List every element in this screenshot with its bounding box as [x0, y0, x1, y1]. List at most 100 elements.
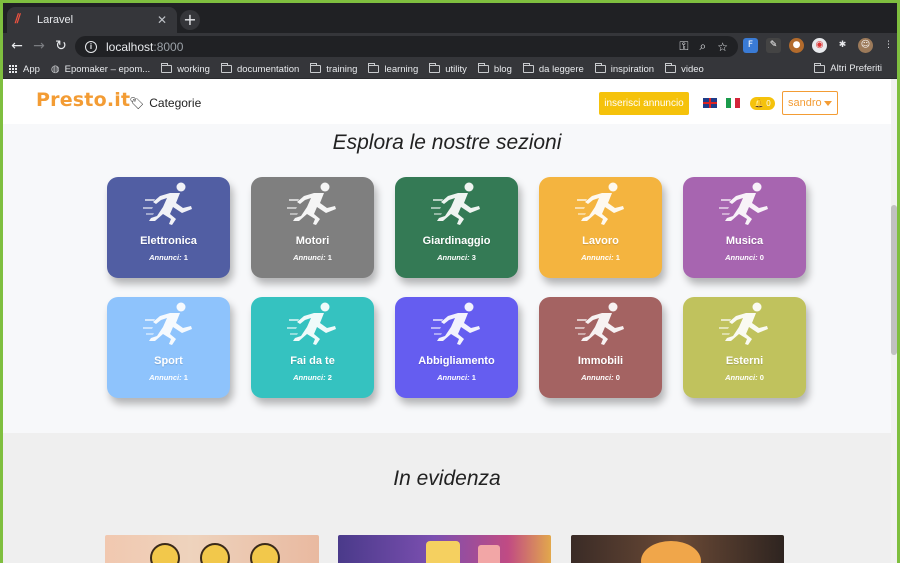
runner-icon	[719, 302, 768, 345]
forward-button[interactable]: →	[30, 37, 48, 55]
bookmark-folder-inspiration[interactable]: inspiration	[594, 63, 654, 75]
categories-link[interactable]: 🏷 Categorie	[129, 96, 201, 110]
notification-count: 0	[766, 99, 771, 108]
tab-strip: ⫽ Laravel ✕ +	[3, 3, 897, 33]
bell-icon: 🔔	[754, 99, 764, 108]
bookmark-folder-documentation[interactable]: documentation	[220, 63, 300, 75]
folder-icon	[220, 63, 232, 73]
count-label: Annunci:	[149, 373, 182, 382]
category-card[interactable]: Musica Annunci: 0	[683, 177, 806, 278]
avatar[interactable]: ☺	[858, 38, 873, 53]
featured-item-image[interactable]	[338, 535, 551, 563]
category-name: Lavoro	[582, 235, 619, 247]
category-name: Elettronica	[140, 235, 197, 247]
reload-button[interactable]: ↻	[52, 37, 70, 55]
count-label: Annunci:	[725, 253, 758, 262]
count-value: 3	[471, 253, 476, 262]
extension-red-icon[interactable]: ◉	[812, 38, 827, 53]
count-value: 1	[615, 253, 620, 262]
info-icon[interactable]: i	[85, 40, 97, 53]
bookmark-label: working	[177, 63, 210, 75]
scrollbar-thumb[interactable]	[891, 205, 897, 355]
bookmark-apps[interactable]: App	[9, 64, 40, 75]
insert-ad-button[interactable]: inserisci annuncio	[599, 92, 689, 115]
apps-grid-icon	[9, 65, 17, 73]
folder-icon	[368, 63, 380, 73]
category-count: Annunci: 1	[107, 373, 230, 382]
count-label: Annunci:	[293, 373, 326, 382]
category-count: Annunci: 0	[683, 253, 806, 262]
category-card[interactable]: Fai da te Annunci: 2	[251, 297, 374, 398]
category-count: Annunci: 0	[683, 373, 806, 382]
category-card[interactable]: Sport Annunci: 1	[107, 297, 230, 398]
count-label: Annunci:	[581, 373, 614, 382]
new-tab-button[interactable]: +	[180, 10, 200, 30]
bookmark-label: da leggere	[538, 63, 584, 75]
notification-badge[interactable]: 🔔 0	[750, 97, 775, 110]
star-icon[interactable]: ☆	[717, 40, 728, 54]
puzzle-icon[interactable]: ✱	[835, 38, 850, 53]
caret-down-icon	[824, 101, 832, 106]
site-logo[interactable]: Presto.it	[36, 89, 130, 111]
close-icon[interactable]: ✕	[155, 13, 169, 27]
category-card[interactable]: Abbigliamento Annunci: 1	[395, 297, 518, 398]
bookmark-folder-training[interactable]: training	[310, 63, 357, 75]
category-card[interactable]: Lavoro Annunci: 1	[539, 177, 662, 278]
category-count: Annunci: 2	[251, 373, 374, 382]
page-scrollbar[interactable]	[891, 79, 897, 563]
category-name: Abbigliamento	[418, 355, 495, 367]
bookmark-folder-utility[interactable]: utility	[429, 63, 467, 75]
more-menu-icon[interactable]: ⋮	[881, 38, 896, 53]
category-name: Musica	[725, 235, 764, 247]
bookmark-folder-da-leggere[interactable]: da leggere	[522, 63, 584, 75]
count-value: 1	[183, 253, 188, 262]
extension-fi-icon[interactable]: F	[743, 38, 758, 53]
bookmark-folder-other[interactable]: Altri Preferiti	[814, 62, 882, 74]
user-dropdown[interactable]: sandro	[782, 91, 838, 115]
category-card[interactable]: Immobili Annunci: 0	[539, 297, 662, 398]
bookmark-folder-learning[interactable]: learning	[368, 63, 419, 75]
runner-icon	[287, 182, 336, 225]
bookmark-folder-blog[interactable]: blog	[477, 63, 512, 75]
browser-tab[interactable]: ⫽ Laravel ✕	[7, 7, 177, 33]
folder-icon	[814, 62, 826, 73]
featured-item-image[interactable]	[571, 535, 784, 563]
extension-pen-icon[interactable]: ✎	[766, 38, 781, 53]
url-port: :8000	[153, 39, 184, 54]
url-host: localhost	[106, 39, 154, 54]
bookmark-label: Altri Preferiti	[830, 63, 882, 74]
runner-icon	[143, 182, 192, 225]
count-value: 0	[759, 253, 764, 262]
category-card[interactable]: Giardinaggio Annunci: 3	[395, 177, 518, 278]
bookmark-label: documentation	[236, 63, 300, 75]
browser-toolbar: ← → ↻ i localhost :8000 ⚿ ⌕ ☆ F ✎ ● ◉ ✱ …	[3, 33, 897, 60]
category-name: Immobili	[577, 355, 624, 367]
italy-flag-icon[interactable]	[726, 98, 740, 108]
category-card[interactable]: Elettronica Annunci: 1	[107, 177, 230, 278]
count-value: 0	[759, 373, 764, 382]
bookmark-folder-working[interactable]: working	[161, 63, 210, 75]
count-label: Annunci:	[437, 253, 470, 262]
uk-flag-icon[interactable]	[703, 98, 717, 108]
bookmarks-bar: App ◍ Epomaker – epom... working documen…	[3, 60, 897, 79]
category-card[interactable]: Motori Annunci: 1	[251, 177, 374, 278]
zoom-icon[interactable]: ⌕	[700, 39, 707, 54]
folder-icon	[161, 63, 173, 73]
folder-icon	[665, 63, 677, 73]
back-button[interactable]: ←	[8, 37, 26, 55]
bookmark-label: learning	[384, 63, 419, 75]
runner-icon	[143, 302, 192, 345]
address-bar[interactable]: i localhost :8000 ⚿ ⌕ ☆	[75, 36, 738, 57]
bookmark-folder-video[interactable]: video	[665, 63, 704, 75]
count-value: 1	[471, 373, 476, 382]
bookmark-label: App	[23, 63, 40, 75]
key-icon[interactable]: ⚿	[679, 39, 688, 54]
bookmark-epomaker[interactable]: ◍ Epomaker – epom...	[51, 64, 150, 75]
featured-item-image[interactable]	[105, 535, 319, 563]
extension-cookie-icon[interactable]: ●	[789, 38, 804, 53]
category-card[interactable]: Esterni Annunci: 0	[683, 297, 806, 398]
category-count: Annunci: 1	[107, 253, 230, 262]
globe-icon: ◍	[50, 63, 60, 75]
runner-icon	[575, 182, 624, 225]
page-viewport: Presto.it 🏷 Categorie inserisci annuncio…	[3, 79, 897, 563]
